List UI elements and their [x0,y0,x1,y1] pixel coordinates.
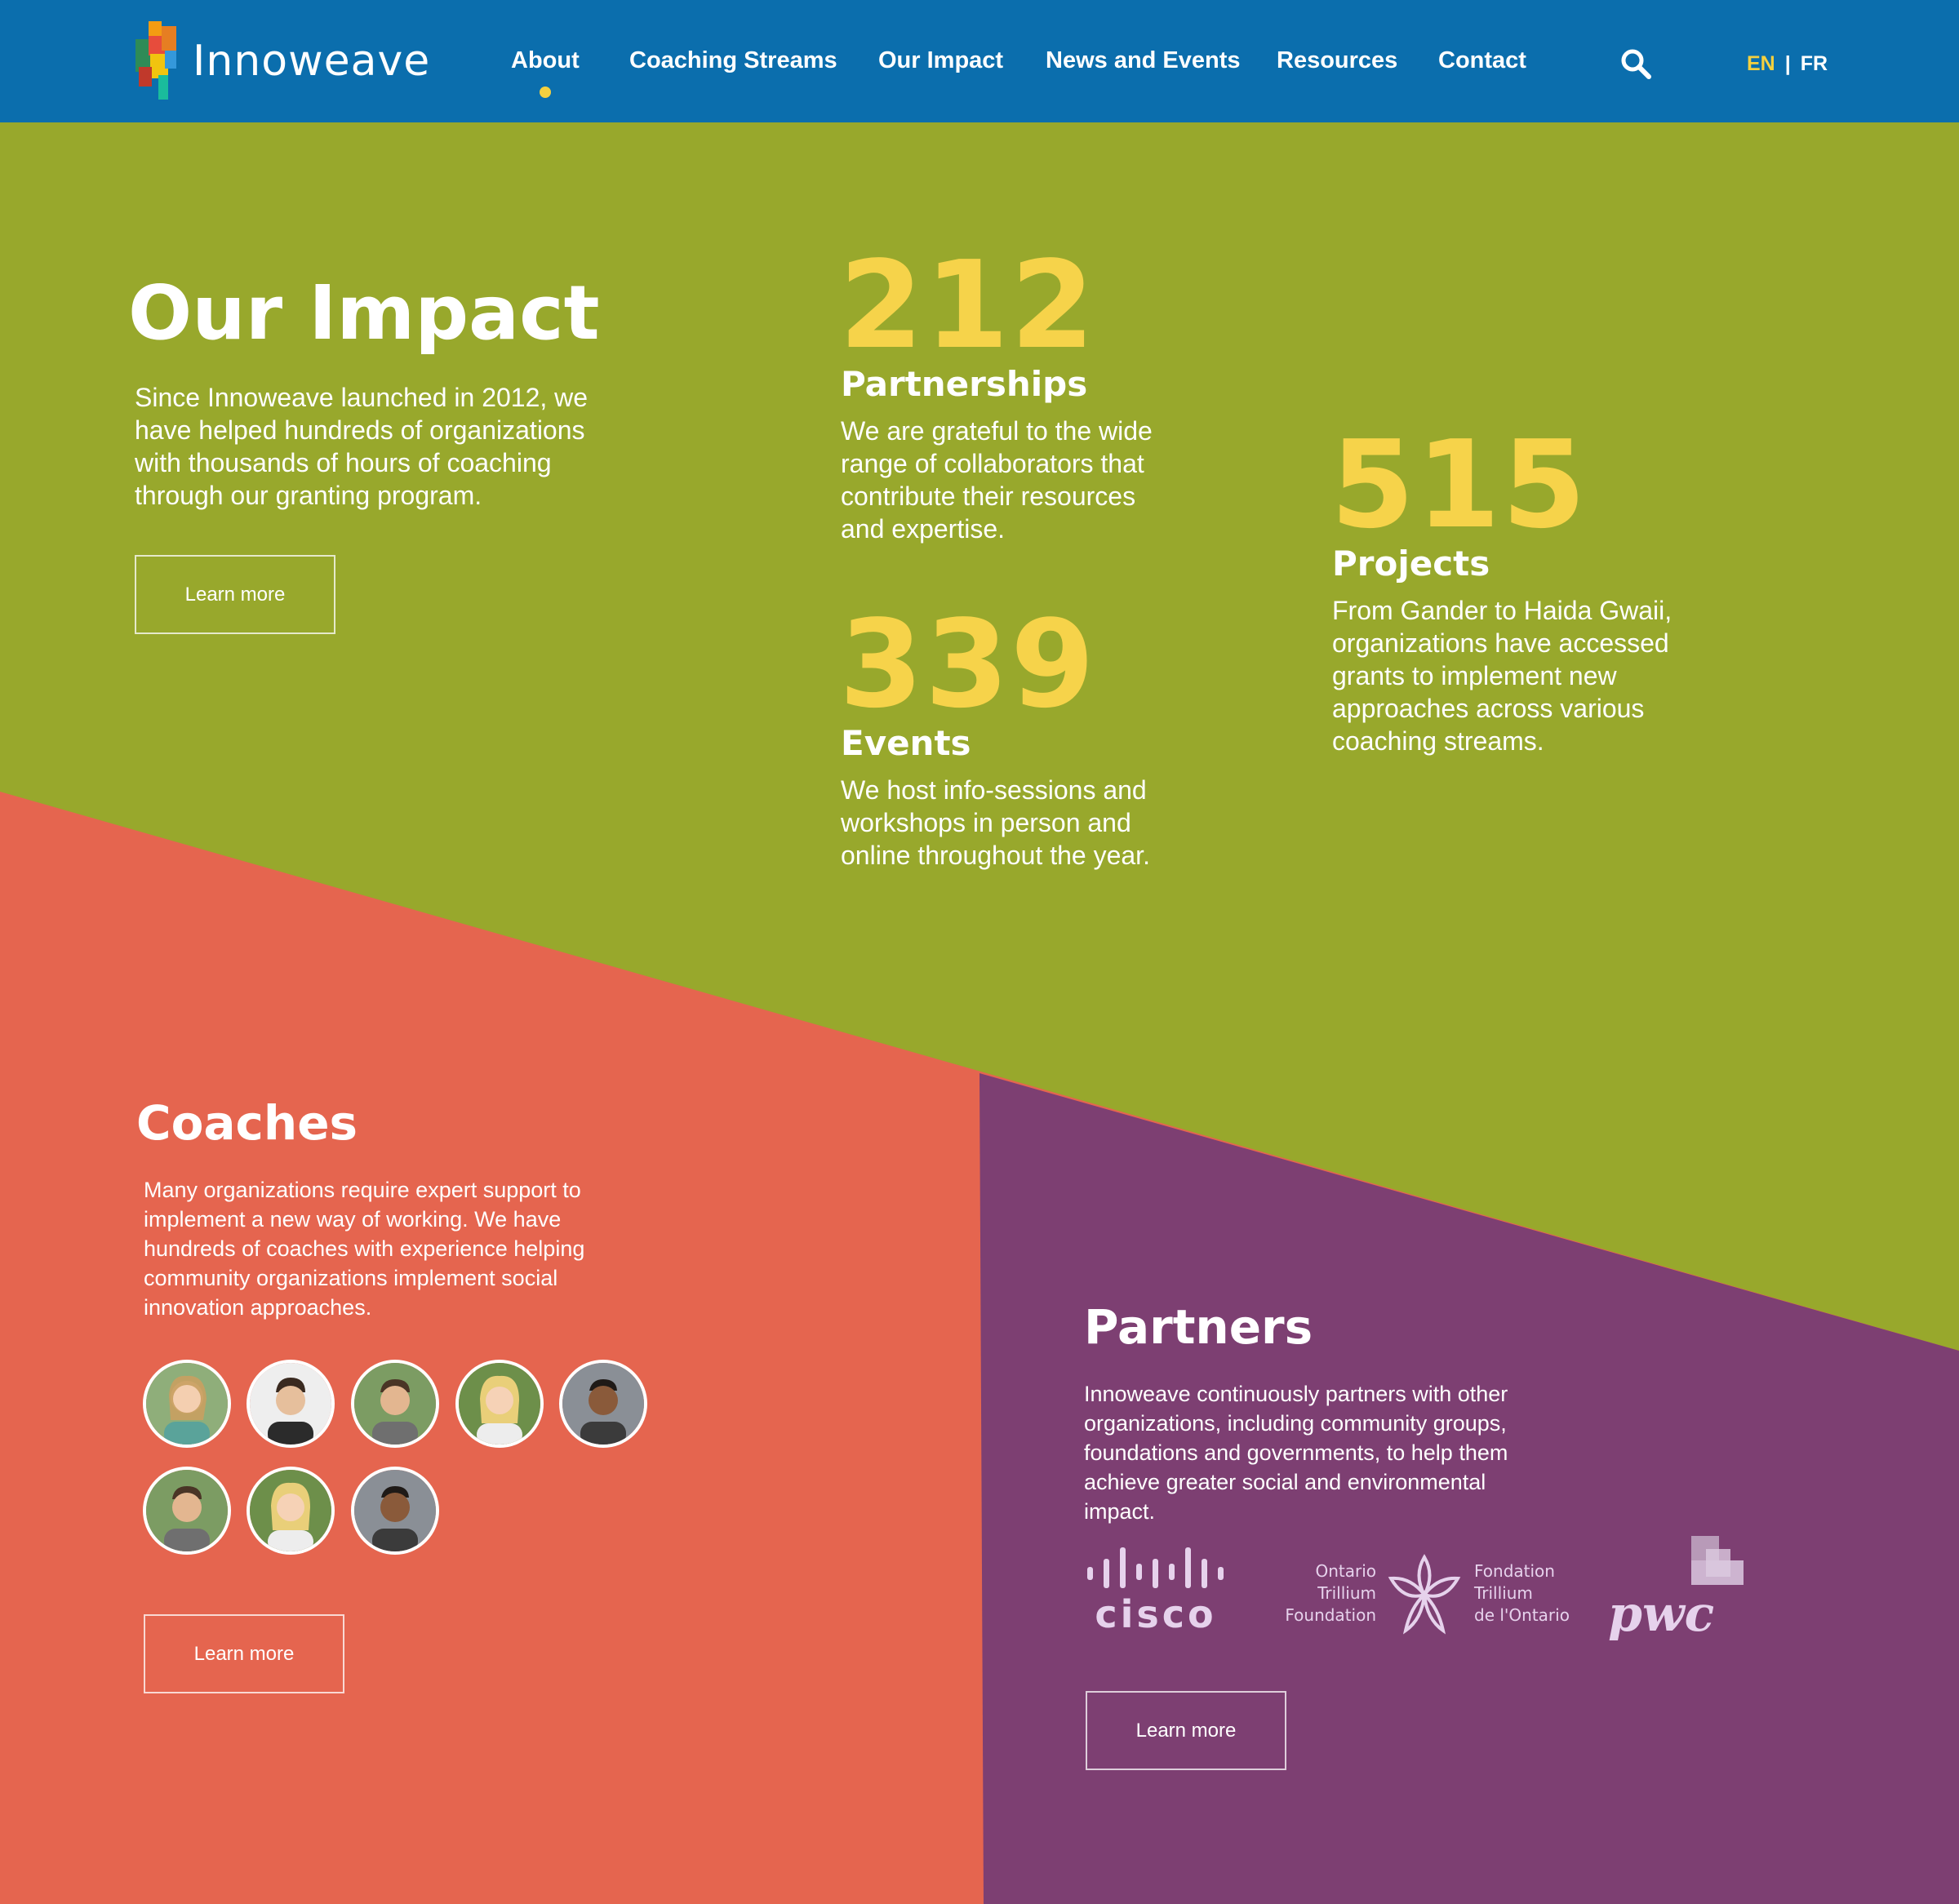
impact-description: Since Innoweave launched in 2012, we hav… [135,383,589,510]
partners-description: Innoweave continuously partners with oth… [1084,1382,1508,1524]
site-header: Innoweave About Coaching Streams Our Imp… [0,0,1959,122]
coaches-title: Coaches [136,1095,358,1151]
svg-text:pwc: pwc [1608,1586,1714,1640]
nav-item-news-events[interactable]: News and Events [1046,47,1241,74]
stat-number-events: 339 [839,594,1096,735]
trillium-french-text: Fondation Trillium de l'Ontario [1474,1561,1570,1625]
trillium-flower-icon [1388,1554,1461,1635]
nav-label-about: About [511,47,580,73]
stat-text-events: We host info-sessions and workshops in p… [841,775,1150,870]
coach-avatar[interactable] [247,1467,335,1555]
coach-avatar[interactable] [143,1467,231,1555]
lang-fr-link[interactable]: FR [1801,52,1828,75]
nav-label-coaching-streams: Coaching Streams [629,47,837,73]
search-icon[interactable] [1619,47,1652,80]
innoweave-logo[interactable]: Innoweave [134,18,430,104]
stat-text-projects: From Gander to Haida Gwaii, organization… [1332,596,1672,756]
nav-label-resources: Resources [1277,47,1398,73]
active-indicator-dot [539,87,551,98]
nav-item-our-impact[interactable]: Our Impact [878,47,1003,74]
nav-label-contact: Contact [1438,47,1526,73]
logo-mark-icon [135,21,176,100]
nav-label-news-events: News and Events [1046,47,1241,73]
coaches-learn-more-button[interactable]: Learn more [144,1614,344,1693]
nav-item-contact[interactable]: Contact [1438,47,1526,74]
cisco-logo-icon: cisco [1087,1547,1224,1632]
lang-separator: | [1784,52,1791,75]
coach-avatar[interactable] [351,1360,439,1448]
impact-title: Our Impact [128,269,600,357]
coaches-description: Many organizations require expert suppor… [144,1178,585,1320]
partners-title: Partners [1084,1299,1313,1355]
stat-text-partnerships: We are grateful to the wide range of col… [841,416,1153,544]
lang-en-link[interactable]: EN [1747,52,1775,75]
stat-number-projects: 515 [1330,415,1588,555]
stat-number-partnerships: 212 [839,235,1096,375]
coach-avatar[interactable] [351,1467,439,1555]
svg-text:cisco: cisco [1095,1592,1216,1632]
pwc-logo-icon: pwc [1608,1536,1744,1640]
nav-item-about[interactable]: About [511,47,580,98]
partners-learn-more-button[interactable]: Learn more [1086,1691,1286,1770]
impact-learn-more-button[interactable]: Learn more [135,555,335,634]
stat-label-projects: Projects [1332,544,1490,584]
language-switcher: EN | FR [1747,52,1828,76]
stat-label-events: Events [841,723,971,763]
stat-label-partnerships: Partnerships [841,364,1088,404]
coach-avatar[interactable] [455,1360,544,1448]
nav-label-our-impact: Our Impact [878,47,1004,73]
coach-avatar[interactable] [143,1360,231,1448]
coach-avatar[interactable] [247,1360,335,1448]
nav-item-coaching-streams[interactable]: Coaching Streams [629,47,837,74]
logo-text: Innoweave [193,37,431,86]
coach-avatar[interactable] [559,1360,647,1448]
trillium-english-text: Ontario Trillium Foundation [1285,1561,1376,1625]
nav-item-resources[interactable]: Resources [1277,47,1397,74]
